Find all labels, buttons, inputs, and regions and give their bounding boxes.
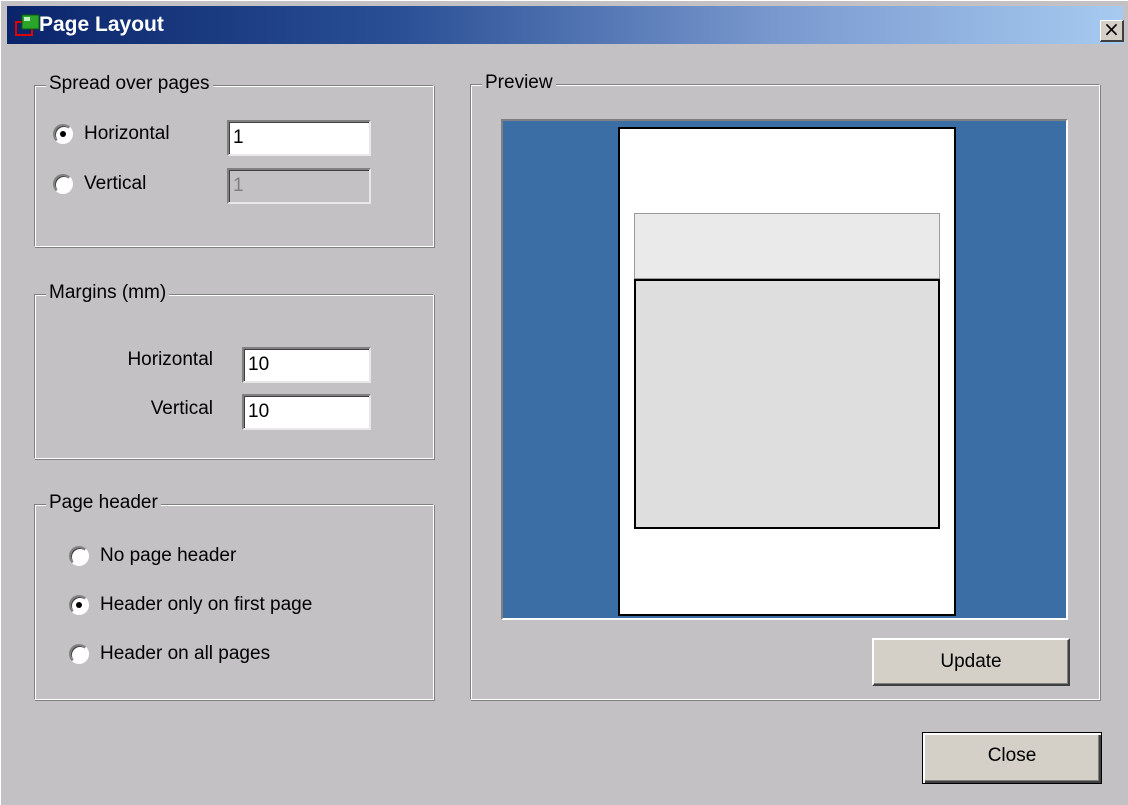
header-option-first-page-radio[interactable]: Header only on first page xyxy=(69,592,369,620)
spread-vertical-label: Vertical xyxy=(84,173,147,194)
spread-over-pages-legend: Spread over pages xyxy=(46,72,213,96)
title-bar[interactable]: Page Layout × xyxy=(7,6,1124,44)
update-button[interactable]: Update xyxy=(872,638,1070,686)
close-icon[interactable]: × xyxy=(1100,19,1124,42)
page-layout-dialog: Page Layout × Spread over pages Horizont… xyxy=(0,0,1128,805)
margin-horizontal-input[interactable] xyxy=(242,347,371,383)
radio-button-no-header[interactable] xyxy=(69,546,89,566)
window-title: Page Layout xyxy=(39,13,164,36)
margin-vertical-label: Vertical xyxy=(150,398,213,419)
close-button[interactable]: Close xyxy=(922,732,1102,784)
margin-vertical-input[interactable] xyxy=(242,394,371,430)
radio-button-vertical[interactable] xyxy=(53,174,73,194)
preview-page-header xyxy=(634,213,940,279)
radio-button-horizontal[interactable] xyxy=(53,124,73,144)
spread-horizontal-input[interactable] xyxy=(227,120,371,156)
margins-group: Margins (mm) xyxy=(34,281,434,459)
preview-page-body xyxy=(634,279,940,529)
margin-horizontal-label: Horizontal xyxy=(127,349,213,370)
preview-canvas xyxy=(501,119,1068,620)
preview-legend: Preview xyxy=(482,71,556,95)
spread-vertical-radio[interactable]: Vertical xyxy=(53,171,213,199)
spread-horizontal-radio[interactable]: Horizontal xyxy=(53,121,213,149)
header-option-all-pages-label: Header on all pages xyxy=(100,643,271,664)
spread-vertical-input[interactable] xyxy=(227,168,371,204)
spread-over-pages-group: Spread over pages xyxy=(34,72,434,247)
margins-legend: Margins (mm) xyxy=(46,281,170,305)
radio-button-first-page[interactable] xyxy=(69,595,89,615)
page-layout-app-icon xyxy=(15,14,40,36)
spread-horizontal-label: Horizontal xyxy=(84,123,170,144)
radio-button-all-pages[interactable] xyxy=(69,644,89,664)
header-option-all-pages-radio[interactable]: Header on all pages xyxy=(69,641,369,669)
header-option-none-label: No page header xyxy=(100,545,237,566)
page-header-legend: Page header xyxy=(46,491,161,515)
preview-page xyxy=(618,127,956,616)
header-option-none-radio[interactable]: No page header xyxy=(69,543,369,571)
header-option-first-page-label: Header only on first page xyxy=(100,594,313,615)
